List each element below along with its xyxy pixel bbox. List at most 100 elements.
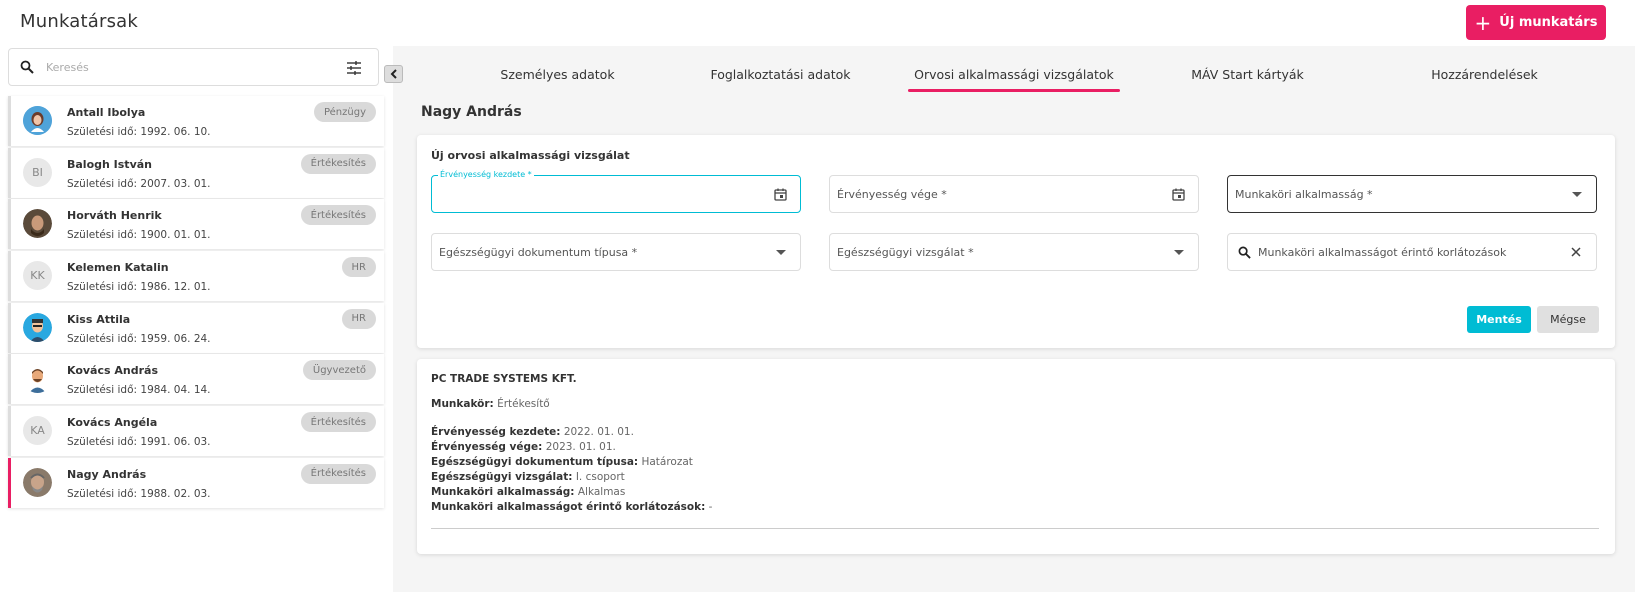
avatar	[23, 209, 52, 239]
exam-label: Egészségügyi vizsgálat *	[837, 246, 974, 259]
calendar-icon[interactable]	[1172, 188, 1185, 201]
new-exam-form-card: Új orvosi alkalmassági vizsgálat Érvénye…	[417, 135, 1615, 348]
chevron-down-icon	[1174, 250, 1184, 255]
valid-to-field[interactable]: Érvényesség vége *	[829, 175, 1199, 213]
restrictions-label: Munkaköri alkalmasságot érintő korlátozá…	[431, 501, 706, 513]
employee-name: Balogh István	[67, 157, 152, 171]
department-badge: Értékesítés	[300, 463, 376, 484]
avatar	[23, 312, 52, 342]
employee-item[interactable]: Horváth Henrik Születési idő: 1900. 01. …	[8, 199, 384, 250]
doc-type-row: Egészségügyi dokumentum típusa: Határoza…	[431, 456, 693, 468]
chevron-down-icon	[776, 250, 786, 255]
valid-to-row: Érvényesség vége: 2023. 01. 01.	[431, 441, 616, 453]
top-bar: Munkatársak + Új munkatárs	[0, 0, 1635, 46]
fitness-value: Alkalmas	[577, 486, 626, 498]
employee-dob: Születési idő: 2007. 03. 01.	[67, 177, 211, 190]
filter-icon[interactable]	[346, 60, 362, 76]
employee-name: Antall Ibolya	[67, 106, 146, 119]
job-fitness-select[interactable]: Munkaköri alkalmasság *	[1227, 175, 1597, 213]
employee-item-selected[interactable]: Nagy András Születési idő: 1988. 02. 03.…	[8, 457, 384, 508]
employee-item[interactable]: Antall Ibolya Születési idő: 1992. 06. 1…	[8, 96, 384, 146]
employee-dob: Születési idő: 1992. 06. 10.	[67, 126, 211, 138]
exam-select[interactable]: Egészségügyi vizsgálat *	[829, 233, 1199, 271]
chevron-down-icon	[1572, 192, 1582, 197]
avatar	[23, 467, 52, 497]
doc-type-label: Egészségügyi dokumentum típusa:	[431, 456, 639, 468]
exam-value: I. csoport	[575, 471, 625, 483]
tab-employment-data[interactable]: Foglalkoztatási adatok	[678, 56, 883, 92]
employee-name: Horváth Henrik	[67, 209, 162, 223]
employee-item[interactable]: KK Kelemen Katalin Születési idő: 1986. …	[8, 251, 384, 302]
valid-from-row: Érvényesség kezdete: 2022. 01. 01.	[431, 426, 634, 438]
form-title: Új orvosi alkalmassági vizsgálat	[431, 149, 630, 162]
employee-name: Kovács Angéla	[67, 416, 158, 430]
plus-icon: +	[1474, 10, 1492, 35]
search-input[interactable]: Keresés	[8, 48, 379, 86]
company-name: PC TRADE SYSTEMS KFT.	[431, 373, 577, 385]
department-badge: Értékesítés	[300, 412, 376, 433]
employee-dob: Születési idő: 1984. 04. 14.	[67, 384, 211, 397]
tab-bar: Személyes adatok Foglalkoztatási adatok …	[415, 56, 1615, 92]
employee-item[interactable]: BI Balogh István Születési idő: 2007. 03…	[8, 147, 384, 198]
employee-list: Antall Ibolya Születési idő: 1992. 06. 1…	[8, 96, 384, 510]
doc-type-select[interactable]: Egészségügyi dokumentum típusa *	[431, 233, 801, 271]
search-icon	[20, 60, 34, 74]
employee-item[interactable]: Kiss Attila Születési idő: 1959. 06. 24.…	[8, 302, 384, 353]
doc-type-label: Egészségügyi dokumentum típusa *	[439, 246, 638, 259]
search-placeholder: Keresés	[46, 61, 89, 74]
fitness-label: Munkaköri alkalmasság:	[431, 486, 575, 498]
restrictions-search-field[interactable]: Munkaköri alkalmasságot érintő korlátozá…	[1227, 233, 1597, 271]
employee-dob: Születési idő: 1988. 02. 03.	[67, 487, 211, 500]
employee-dob: Születési idő: 1986. 12. 01.	[67, 281, 211, 294]
clear-icon[interactable]	[1570, 246, 1582, 258]
valid-from-label: Érvényesség kezdete:	[431, 426, 561, 438]
department-badge: Értékesítés	[300, 153, 376, 174]
cancel-button[interactable]: Mégse	[1537, 306, 1599, 333]
tab-assignments[interactable]: Hozzárendelések	[1382, 56, 1587, 92]
employee-name: Nagy András	[67, 467, 147, 481]
employee-name: Kelemen Katalin	[67, 261, 169, 275]
job-row: Munkakör: Értékesítő	[431, 398, 550, 410]
employee-dob: Születési idő: 1900. 01. 01.	[67, 229, 211, 242]
department-badge: Értékesítés	[300, 205, 376, 226]
employee-item[interactable]: Kovács András Születési idő: 1984. 04. 1…	[8, 354, 384, 405]
restrictions-label: Munkaköri alkalmasságot érintő korlátozá…	[1258, 246, 1507, 259]
doc-type-value: Határozat	[641, 456, 693, 468]
exam-record-card: PC TRADE SYSTEMS KFT. Munkakör: Értékesí…	[417, 359, 1615, 554]
page-title: Munkatársak	[20, 11, 139, 32]
exam-row: Egészségügyi vizsgálat: I. csoport	[431, 471, 625, 483]
avatar	[23, 364, 52, 394]
employee-name: Kovács András	[67, 364, 158, 378]
employee-dob: Születési idő: 1991. 06. 03.	[67, 436, 211, 449]
new-employee-button[interactable]: + Új munkatárs	[1466, 5, 1606, 40]
employee-item[interactable]: KA Kovács Angéla Születési idő: 1991. 06…	[8, 406, 384, 457]
chevron-left-icon	[390, 69, 397, 79]
new-employee-label: Új munkatárs	[1499, 15, 1598, 30]
tab-medical-exams[interactable]: Orvosi alkalmassági vizsgálatok	[908, 56, 1120, 92]
valid-from-value: 2022. 01. 01.	[563, 426, 634, 438]
collapse-sidebar-button[interactable]	[384, 65, 403, 83]
search-icon	[1238, 246, 1251, 259]
calendar-icon[interactable]	[774, 188, 787, 201]
save-button[interactable]: Mentés	[1467, 306, 1531, 333]
avatar: BI	[23, 157, 52, 187]
tab-personal-data[interactable]: Személyes adatok	[455, 56, 660, 92]
fitness-row: Munkaköri alkalmasság: Alkalmas	[431, 486, 625, 498]
job-value: Értékesítő	[497, 398, 550, 410]
avatar: KA	[23, 416, 52, 446]
job-fitness-label: Munkaköri alkalmasság *	[1235, 188, 1373, 201]
valid-to-value: 2023. 01. 01.	[545, 441, 616, 453]
divider	[431, 528, 1599, 529]
restrictions-row: Munkaköri alkalmasságot érintő korlátozá…	[431, 501, 712, 513]
valid-from-field[interactable]: Érvényesség kezdete *	[431, 170, 801, 213]
valid-to-label: Érvényesség vége *	[837, 188, 947, 201]
employee-name: Kiss Attila	[67, 312, 131, 326]
exam-label: Egészségügyi vizsgálat:	[431, 471, 573, 483]
employee-sidebar: Keresés Antall Ibolya Születési idő: 199…	[0, 46, 393, 592]
person-name-heading: Nagy András	[421, 104, 522, 120]
tab-mav-start-cards[interactable]: MÁV Start kártyák	[1145, 56, 1350, 92]
department-badge: HR	[341, 308, 376, 329]
employee-dob: Születési idő: 1959. 06. 24.	[67, 332, 211, 345]
avatar	[23, 106, 52, 135]
restrictions-value: -	[708, 501, 713, 513]
